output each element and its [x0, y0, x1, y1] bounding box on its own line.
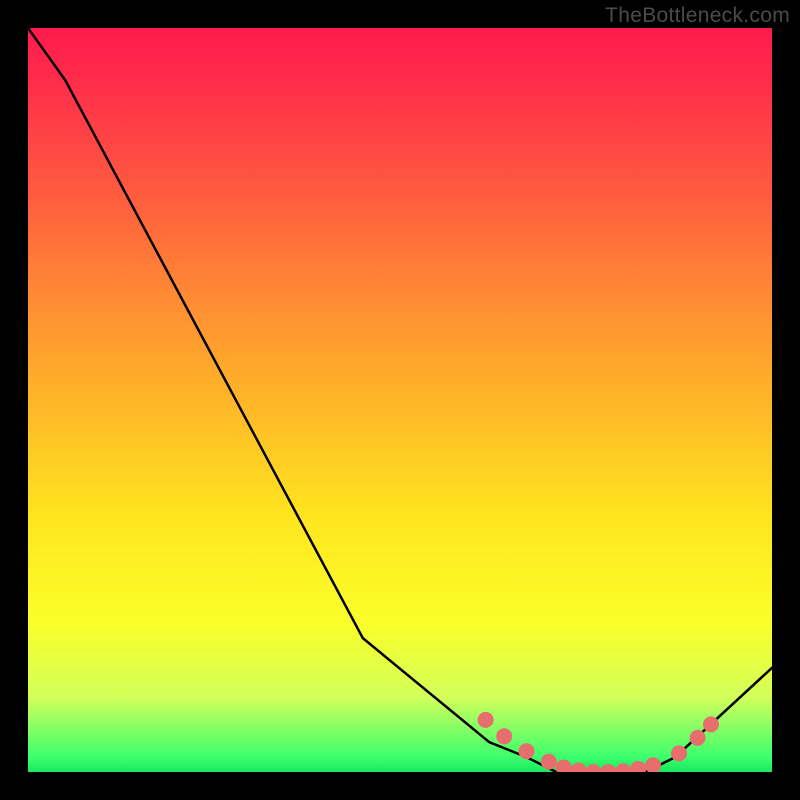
curve-marker — [519, 743, 535, 759]
bottleneck-curve — [28, 28, 772, 772]
curve-marker — [571, 763, 587, 773]
curve-marker — [478, 712, 494, 728]
curve-marker — [645, 757, 661, 772]
curve-marker — [600, 764, 616, 772]
chart-stage: TheBottleneck.com — [0, 0, 800, 800]
curve-marker — [703, 716, 719, 732]
curve-marker — [556, 760, 572, 773]
curve-marker — [615, 763, 631, 772]
curve-marker — [585, 764, 601, 772]
curve-marker — [496, 728, 512, 744]
curve-marker — [690, 730, 706, 746]
curve-marker — [671, 745, 687, 761]
watermark-text: TheBottleneck.com — [605, 4, 790, 28]
curve-marker — [541, 754, 557, 770]
marker-group — [478, 712, 719, 772]
plot-area — [28, 28, 772, 772]
curve-layer — [28, 28, 772, 772]
curve-marker — [630, 761, 646, 772]
